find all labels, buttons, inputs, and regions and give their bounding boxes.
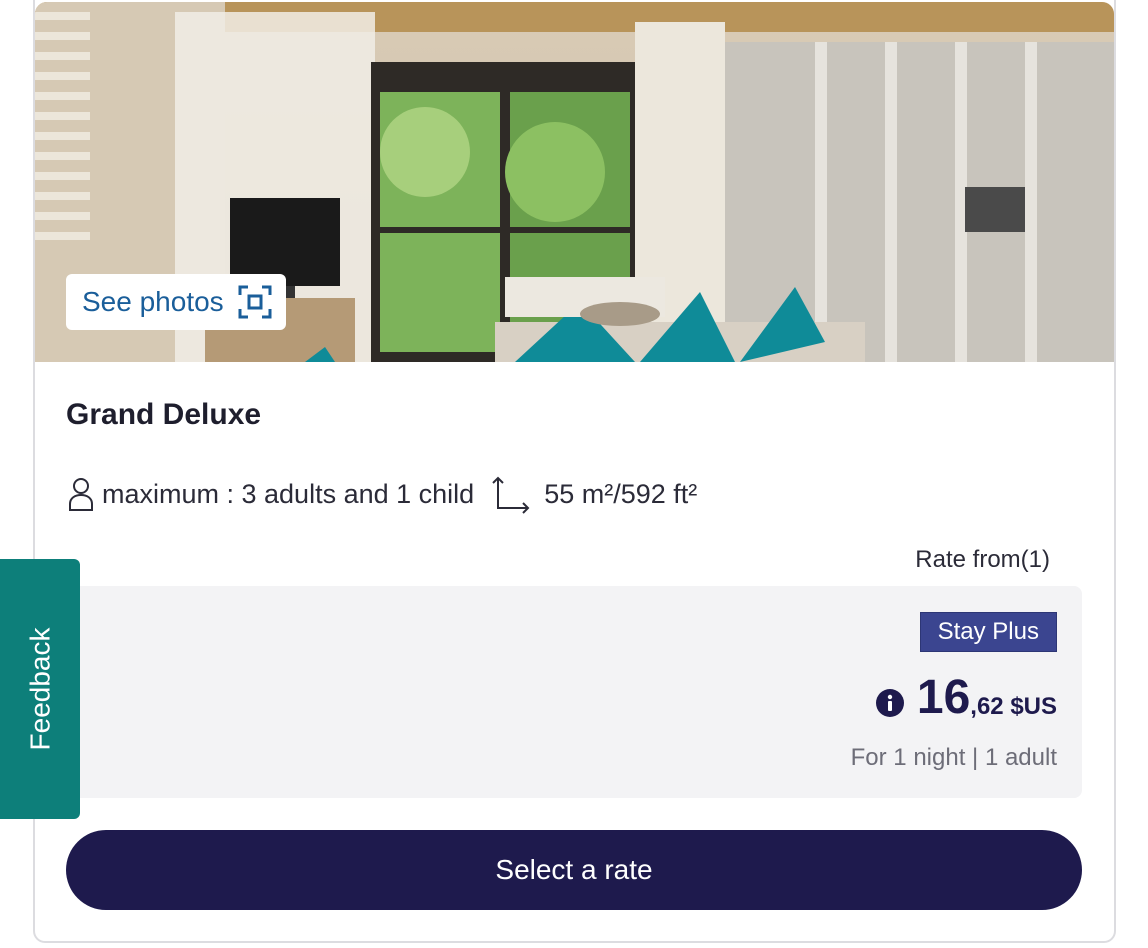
feedback-label: Feedback (24, 627, 55, 751)
see-photos-label: See photos (82, 286, 224, 317)
stay-plus-badge: Stay Plus (919, 612, 1057, 652)
room-title: Grand Deluxe (66, 398, 262, 431)
price-note: For 1 night | 1 adult (850, 744, 1057, 771)
rate-box: Stay Plus 16,62 $US For 1 night | 1 adul… (66, 586, 1082, 798)
room-features: maximum : 3 adults and 1 child 55 m²/592… (66, 474, 697, 514)
person-icon (69, 478, 93, 511)
see-photos-button[interactable]: See photos (66, 274, 286, 330)
rate-from-label: Rate from(1) (915, 546, 1050, 573)
price-cents: ,62 $US (970, 693, 1057, 720)
area-arrows-icon (492, 476, 530, 514)
info-icon[interactable] (875, 688, 905, 718)
capacity-text: maximum : 3 adults and 1 child (102, 478, 475, 509)
select-rate-button[interactable]: Select a rate (66, 830, 1082, 910)
feedback-tab[interactable]: Feedback (0, 559, 80, 819)
price-main: 16 (916, 671, 971, 724)
expand-frame-icon (238, 285, 272, 319)
size-text: 55 m²/592 ft² (544, 478, 698, 509)
price-row: 16,62 $US (875, 666, 1057, 726)
